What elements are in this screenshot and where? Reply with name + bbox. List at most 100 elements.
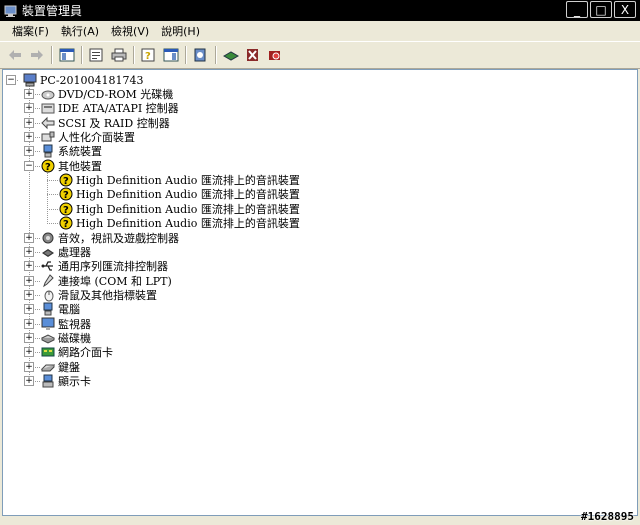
tree-category[interactable]: + 網路介面卡 (24, 345, 113, 359)
tree-line-dot (47, 189, 48, 190)
expand-toggle[interactable]: + (24, 376, 34, 386)
tree-device[interactable]: ? High Definition Audio 匯流排上的音訊裝置 (59, 216, 300, 230)
tree-line-dot (29, 158, 30, 159)
tree-category[interactable]: + 電腦 (24, 302, 80, 316)
tree-line-dot (29, 198, 30, 199)
expand-toggle[interactable]: + (24, 276, 34, 286)
expand-toggle[interactable]: + (24, 319, 34, 329)
help-icon: ? (141, 48, 155, 62)
tree-category[interactable]: + 音效，視訊及遊戲控制器 (24, 231, 179, 245)
expand-toggle[interactable]: + (24, 146, 34, 156)
tree-line-dot (29, 222, 30, 223)
tree-line-dot (29, 174, 30, 175)
tree-line-dot (37, 151, 38, 152)
tree-line-dot (47, 175, 48, 176)
tree-root[interactable]: − PC-201004181743 (6, 73, 144, 87)
tree-device-label: High Definition Audio 匯流排上的音訊裝置 (76, 217, 300, 230)
disk-icon (41, 331, 55, 345)
tree-line-dot (37, 123, 38, 124)
expand-toggle[interactable]: + (24, 304, 34, 314)
expand-toggle[interactable]: + (24, 290, 34, 300)
menu-help[interactable]: 說明(H) (161, 22, 200, 40)
tree-category[interactable]: + 人性化介面裝置 (24, 130, 135, 144)
tree-line-dot (49, 194, 50, 195)
audio-icon (41, 231, 55, 245)
cdrom-icon (41, 87, 55, 101)
tree-category[interactable]: + 連接埠 (COM 和 LPT) (24, 274, 172, 288)
disable-device-button[interactable] (242, 44, 264, 66)
show-hide-action-pane-button[interactable] (160, 44, 182, 66)
tree-line-dot (39, 151, 40, 152)
tree-line-dot (37, 266, 38, 267)
expand-toggle[interactable]: + (24, 333, 34, 343)
tree-line-dot (37, 281, 38, 282)
tree-category[interactable]: + 鍵盤 (24, 360, 80, 374)
collapse-toggle[interactable]: − (24, 161, 34, 171)
expand-toggle[interactable]: + (24, 233, 34, 243)
tree-line-dot (39, 266, 40, 267)
expand-toggle[interactable]: + (24, 247, 34, 257)
tree-category[interactable]: + SCSI 及 RAID 控制器 (24, 116, 170, 130)
uninstall-device-button[interactable] (264, 44, 286, 66)
tree-line-dot (29, 194, 30, 195)
tree-category[interactable]: −? 其他裝置 (24, 159, 102, 173)
help-button[interactable]: ? (138, 44, 160, 66)
device-manager-icon (4, 4, 18, 18)
tree-line-dot (29, 214, 30, 215)
expand-toggle[interactable]: + (24, 132, 34, 142)
show-hide-console-tree-button[interactable] (56, 44, 78, 66)
title-bar: 裝置管理員 _ □ X (0, 0, 640, 21)
tree-line-dot (39, 238, 40, 239)
tree-category[interactable]: + 通用序列匯流排控制器 (24, 259, 168, 273)
tree-line-dot (53, 223, 54, 224)
tree-category[interactable]: + 顯示卡 (24, 374, 91, 388)
forward-button[interactable] (26, 44, 48, 66)
tree-category[interactable]: + 監視器 (24, 317, 91, 331)
tree-line-dot (29, 226, 30, 227)
tree-device[interactable]: ? High Definition Audio 匯流排上的音訊裝置 (59, 187, 300, 201)
tree-line-dot (37, 309, 38, 310)
expand-toggle[interactable]: + (24, 118, 34, 128)
tree-category[interactable]: + 系統裝置 (24, 144, 102, 158)
tree-device[interactable]: ? High Definition Audio 匯流排上的音訊裝置 (59, 173, 300, 187)
menu-file[interactable]: 檔案(F) (12, 22, 49, 40)
tree-line-dot (47, 177, 48, 178)
tree-line-dot (39, 281, 40, 282)
tree-line-dot (35, 381, 36, 382)
tree-line-dot (35, 309, 36, 310)
properties-button[interactable] (86, 44, 108, 66)
update-driver-button[interactable] (220, 44, 242, 66)
print-button[interactable] (108, 44, 130, 66)
tree-category[interactable]: + 滑鼠及其他指標裝置 (24, 288, 157, 302)
expand-toggle[interactable]: + (24, 347, 34, 357)
scan-hardware-button[interactable] (190, 44, 212, 66)
close-button[interactable]: X (614, 1, 636, 18)
tree-line-dot (51, 223, 52, 224)
expand-toggle[interactable]: + (24, 103, 34, 113)
maximize-button[interactable]: □ (590, 1, 612, 18)
back-button[interactable] (4, 44, 26, 66)
expand-toggle[interactable]: + (24, 89, 34, 99)
tree-line-dot (47, 215, 48, 216)
tree-category[interactable]: + DVD/CD-ROM 光碟機 (24, 87, 173, 101)
tree-line-dot (29, 182, 30, 183)
tree-category[interactable]: + 處理器 (24, 245, 91, 259)
tree-line-dot (37, 252, 38, 253)
tree-line-dot (37, 137, 38, 138)
tree-line-dot (37, 108, 38, 109)
tree-line-dot (29, 210, 30, 211)
tree-line-dot (29, 220, 30, 221)
collapse-toggle[interactable]: − (6, 75, 16, 85)
menu-view[interactable]: 檢視(V) (111, 22, 149, 40)
tree-line-dot (29, 206, 30, 207)
tree-line-dot (47, 195, 48, 196)
tree-category[interactable]: + 磁碟機 (24, 331, 91, 345)
minimize-button[interactable]: _ (566, 1, 588, 18)
tree-device[interactable]: ? High Definition Audio 匯流排上的音訊裝置 (59, 202, 300, 216)
tree-line-dot (29, 114, 30, 115)
menu-action[interactable]: 執行(A) (61, 22, 99, 40)
tree-category-label: IDE ATA/ATAPI 控制器 (58, 102, 179, 115)
expand-toggle[interactable]: + (24, 261, 34, 271)
expand-toggle[interactable]: + (24, 362, 34, 372)
tree-category[interactable]: + IDE ATA/ATAPI 控制器 (24, 101, 179, 115)
